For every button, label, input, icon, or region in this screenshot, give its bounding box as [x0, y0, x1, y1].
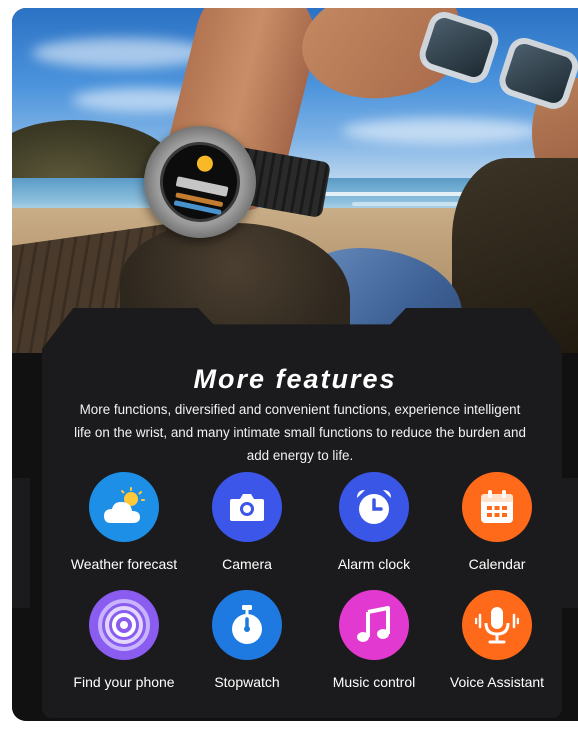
feature-alarm-clock: Alarm clock	[309, 472, 439, 582]
feature-label: Weather forecast	[70, 556, 178, 572]
feature-calendar: Calendar	[432, 472, 562, 582]
product-feature-card: More features More functions, diversifie…	[12, 8, 578, 721]
stopwatch-icon	[212, 590, 282, 660]
feature-label: Calendar	[468, 556, 526, 572]
feature-weather-forecast: Weather forecast	[59, 472, 189, 582]
feature-label: Stopwatch	[214, 674, 280, 690]
feature-voice-assistant: Voice Assistant	[432, 590, 562, 700]
music-icon	[339, 590, 409, 660]
feature-label: Alarm clock	[337, 556, 411, 572]
camera-icon	[212, 472, 282, 542]
features-description: More functions, diversified and convenie…	[74, 402, 526, 463]
panel-right-tab	[560, 478, 578, 608]
weather-icon	[89, 472, 159, 542]
feature-camera: Camera	[182, 472, 312, 582]
feature-label: Camera	[222, 556, 272, 572]
features-title: More features	[193, 364, 397, 394]
feature-find-your-phone: Find your phone	[59, 590, 189, 700]
microphone-icon	[462, 590, 532, 660]
feature-music-control: Music control	[309, 590, 439, 700]
feature-label: Voice Assistant	[449, 674, 545, 690]
find-phone-icon	[89, 590, 159, 660]
calendar-icon	[462, 472, 532, 542]
feature-label: Music control	[332, 674, 416, 690]
panel-left-tab	[12, 478, 30, 608]
feature-label: Find your phone	[73, 674, 175, 690]
lifestyle-photo	[12, 8, 578, 353]
alarm-clock-icon	[339, 472, 409, 542]
feature-stopwatch: Stopwatch	[182, 590, 312, 700]
